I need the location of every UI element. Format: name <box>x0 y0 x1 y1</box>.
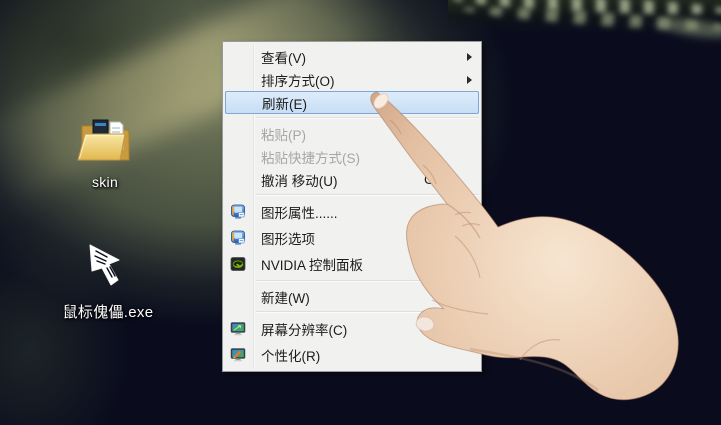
menu-item-personalize[interactable]: 个性化(R) <box>223 342 481 368</box>
menu-item-undo-move[interactable]: 撤消 移动(U) Ctrl <box>223 168 481 191</box>
menu-separator <box>256 280 479 282</box>
menu-separator <box>256 194 479 196</box>
desktop: S skin 鼠标傀儡.exe <box>0 0 721 425</box>
desktop-icon-label: skin <box>65 174 145 190</box>
menu-item-label: 图形属性...... <box>261 202 338 222</box>
submenu-arrow-icon <box>467 293 472 301</box>
intel-graphics-icon <box>230 204 246 220</box>
menu-item-label: 粘贴快捷方式(S) <box>261 147 360 167</box>
submenu-arrow-icon <box>467 76 472 84</box>
menu-item-paste[interactable]: 粘贴(P) <box>223 122 481 145</box>
nvidia-icon <box>230 256 246 272</box>
folder-icon: S <box>74 154 136 171</box>
intel-graphics-icon <box>230 230 246 246</box>
menu-item-nvidia-control-panel[interactable]: NVIDIA 控制面板 <box>223 251 481 277</box>
menu-item-paste-shortcut[interactable]: 粘贴快捷方式(S) <box>223 145 481 168</box>
menu-item-label: 刷新(E) <box>262 93 307 113</box>
menu-item-refresh[interactable]: 刷新(E) <box>225 91 479 114</box>
menu-item-label: 图形选项 <box>261 228 315 248</box>
menu-item-label: 屏幕分辨率(C) <box>261 319 347 339</box>
desktop-icon-mouse-puppet-exe[interactable]: 鼠标傀儡.exe <box>53 240 163 322</box>
menu-separator <box>256 311 479 313</box>
menu-item-label: 个性化(R) <box>261 345 320 365</box>
menu-item-graphics-options[interactable]: 图形选项 <box>223 225 481 251</box>
menu-separator <box>256 117 479 119</box>
sketch-arrow-icon <box>83 277 133 294</box>
screen-resolution-icon <box>230 321 246 337</box>
menu-item-label: 撤消 移动(U) <box>261 170 338 190</box>
personalize-icon <box>230 347 246 363</box>
context-menu: 查看(V) 排序方式(O) 刷新(E) 粘贴(P) 粘贴快捷方式(S) 撤消 移 <box>222 41 482 372</box>
menu-item-label: 排序方式(O) <box>261 70 335 90</box>
menu-item-shortcut: Ctrl <box>424 172 481 187</box>
menu-item-label: 新建(W) <box>261 287 310 307</box>
menu-item-screen-resolution[interactable]: 屏幕分辨率(C) <box>223 316 481 342</box>
menu-item-label: NVIDIA 控制面板 <box>261 254 363 274</box>
submenu-arrow-icon <box>467 53 472 61</box>
desktop-icon-label: 鼠标傀儡.exe <box>53 301 163 322</box>
menu-item-graphics-properties[interactable]: 图形属性...... <box>223 199 481 225</box>
menu-item-new[interactable]: 新建(W) <box>223 285 481 308</box>
menu-item-label: 查看(V) <box>261 47 306 67</box>
menu-item-view[interactable]: 查看(V) <box>223 45 481 68</box>
menu-item-label: 粘贴(P) <box>261 124 306 144</box>
menu-item-sort-by[interactable]: 排序方式(O) <box>223 68 481 91</box>
desktop-icon-skin-folder[interactable]: S skin <box>65 113 145 190</box>
